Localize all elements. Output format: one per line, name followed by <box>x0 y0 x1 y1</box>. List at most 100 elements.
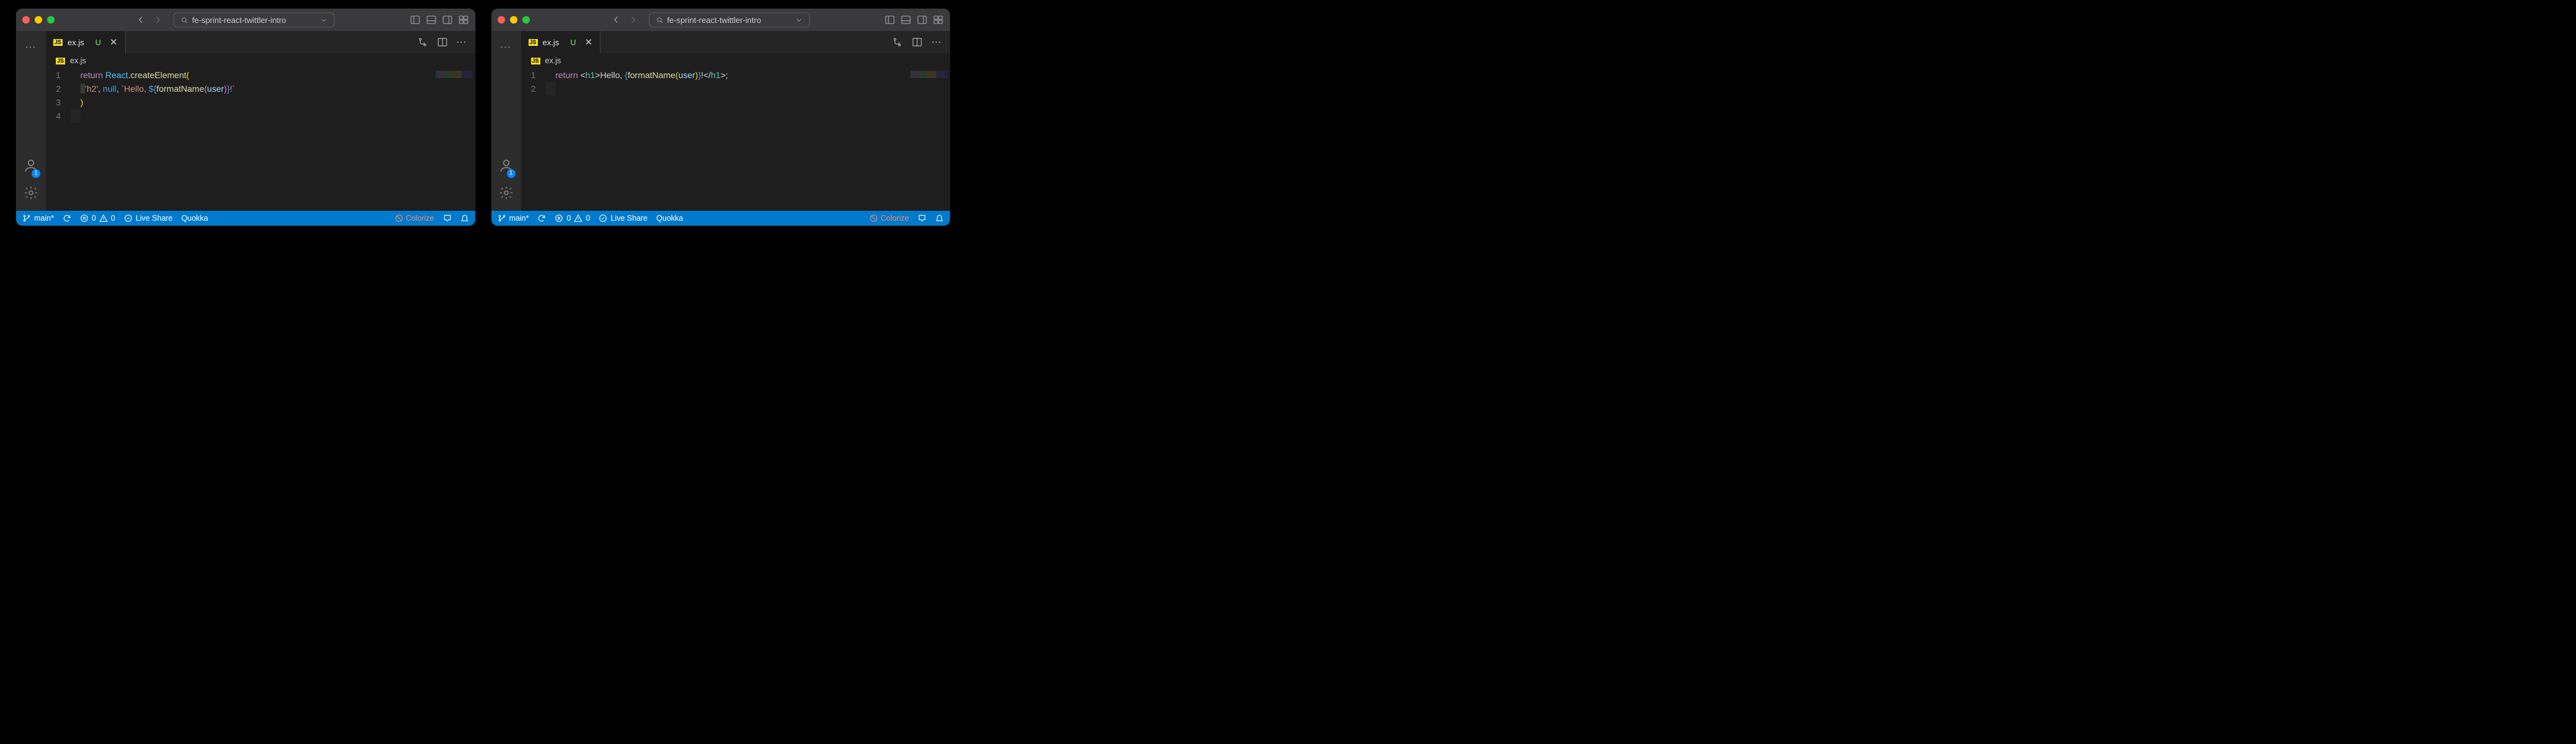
split-editor-icon[interactable] <box>912 37 923 48</box>
js-file-icon: JS <box>56 58 65 64</box>
problems[interactable]: 0 0 <box>80 214 115 223</box>
js-file-icon: JS <box>529 39 538 46</box>
more-views-icon[interactable]: ⋯ <box>500 41 512 54</box>
split-editor-icon[interactable] <box>437 37 448 48</box>
code-content[interactable]: 1 return React.createElement(2 'h2', nul… <box>46 68 475 123</box>
breadcrumb[interactable]: JS ex.js <box>521 53 951 68</box>
close-tab-button[interactable]: ✕ <box>110 37 118 48</box>
customize-layout-icon[interactable] <box>933 14 944 25</box>
git-status-untracked: U <box>568 38 578 47</box>
git-branch[interactable]: main* <box>498 214 529 223</box>
problems[interactable]: 0 0 <box>555 214 590 223</box>
no-entry-icon <box>869 214 878 223</box>
colorize[interactable]: Colorize <box>869 214 909 223</box>
minimap[interactable] <box>910 71 947 78</box>
activity-bar: ⋯ 1 <box>16 31 46 211</box>
command-center-text: fe-sprint-react-twittler-intro <box>192 16 286 25</box>
toggle-secondary-sidebar-icon[interactable] <box>917 14 928 25</box>
compare-changes-icon[interactable] <box>417 37 428 48</box>
minimap[interactable] <box>436 71 473 78</box>
status-bar: main* 0 0 Live Share Quokka Colorize <box>491 211 951 226</box>
toggle-primary-sidebar-icon[interactable] <box>884 14 895 25</box>
accounts-button[interactable]: 1 <box>23 157 39 177</box>
quokka[interactable]: Quokka <box>182 214 208 223</box>
traffic-lights <box>498 16 530 24</box>
accounts-badge: 1 <box>32 169 40 178</box>
nav-arrows <box>135 14 164 25</box>
tab-filename: ex.js <box>68 38 84 47</box>
js-file-icon: JS <box>531 58 540 64</box>
git-branch[interactable]: main* <box>22 214 54 223</box>
editor-tab[interactable]: JS ex.js U ✕ <box>46 31 126 53</box>
title-bar: fe-sprint-react-twittler-intro <box>491 9 951 31</box>
chevron-down-icon <box>320 16 328 24</box>
accounts-button[interactable]: 1 <box>498 157 514 177</box>
close-tab-button[interactable]: ✕ <box>585 37 593 48</box>
forward-arrow-icon[interactable] <box>152 14 164 25</box>
colorize[interactable]: Colorize <box>395 214 434 223</box>
status-bar: main* 0 0 Live Share Quokka Colorize <box>16 211 475 226</box>
no-entry-icon <box>395 214 403 223</box>
toggle-panel-icon[interactable] <box>900 14 912 25</box>
breadcrumb[interactable]: JS ex.js <box>46 53 475 68</box>
customize-layout-icon[interactable] <box>458 14 469 25</box>
forward-arrow-icon[interactable] <box>628 14 639 25</box>
editor-area[interactable]: 1 return React.createElement(2 'h2', nul… <box>46 68 475 211</box>
manage-button[interactable] <box>499 185 514 203</box>
chevron-down-icon <box>795 16 803 24</box>
toggle-panel-icon[interactable] <box>426 14 437 25</box>
more-views-icon[interactable]: ⋯ <box>25 41 37 54</box>
command-center-text: fe-sprint-react-twittler-intro <box>667 16 762 25</box>
toggle-secondary-sidebar-icon[interactable] <box>442 14 453 25</box>
activity-bar: ⋯ 1 <box>491 31 521 211</box>
tab-bar: JS ex.js U ✕ ⋯ <box>521 31 951 53</box>
close-window-button[interactable] <box>22 16 30 24</box>
js-file-icon: JS <box>53 39 63 46</box>
tab-filename: ex.js <box>543 38 560 47</box>
minimize-window-button[interactable] <box>35 16 42 24</box>
bell-icon[interactable] <box>460 214 469 223</box>
zoom-window-button[interactable] <box>47 16 55 24</box>
search-icon <box>180 16 188 24</box>
tab-bar: JS ex.js U ✕ ⋯ <box>46 31 475 53</box>
vscode-window: fe-sprint-react-twittler-intro ⋯ 1 J <box>16 9 475 226</box>
toggle-primary-sidebar-icon[interactable] <box>410 14 421 25</box>
layout-controls <box>410 14 469 25</box>
accounts-badge: 1 <box>507 169 516 178</box>
bell-icon[interactable] <box>935 214 944 223</box>
live-share[interactable]: Live Share <box>124 214 173 223</box>
feedback-icon[interactable] <box>918 214 926 223</box>
layout-controls <box>884 14 944 25</box>
traffic-lights <box>22 16 55 24</box>
breadcrumb-file: ex.js <box>70 56 86 65</box>
editor-tab[interactable]: JS ex.js U ✕ <box>521 31 601 53</box>
error-icon <box>555 214 563 223</box>
manage-button[interactable] <box>24 185 38 203</box>
back-arrow-icon[interactable] <box>135 14 146 25</box>
git-status-untracked: U <box>93 38 103 47</box>
code-content[interactable]: 1 return <h1>Hello, {formatName(user)}!<… <box>521 68 951 95</box>
search-icon <box>656 16 664 24</box>
live-share[interactable]: Live Share <box>599 214 648 223</box>
vscode-window: fe-sprint-react-twittler-intro ⋯ 1 J <box>491 9 951 226</box>
close-window-button[interactable] <box>498 16 505 24</box>
quokka[interactable]: Quokka <box>656 214 683 223</box>
more-actions-icon[interactable]: ⋯ <box>931 36 943 48</box>
minimize-window-button[interactable] <box>510 16 517 24</box>
more-actions-icon[interactable]: ⋯ <box>457 36 468 48</box>
title-bar: fe-sprint-react-twittler-intro <box>16 9 475 31</box>
sync-button[interactable] <box>63 214 71 223</box>
live-share-icon <box>599 214 607 223</box>
feedback-icon[interactable] <box>443 214 452 223</box>
command-center[interactable]: fe-sprint-react-twittler-intro <box>174 12 335 27</box>
back-arrow-icon[interactable] <box>610 14 622 25</box>
zoom-window-button[interactable] <box>522 16 530 24</box>
editor-area[interactable]: 1 return <h1>Hello, {formatName(user)}!<… <box>521 68 951 211</box>
command-center[interactable]: fe-sprint-react-twittler-intro <box>649 12 810 27</box>
error-icon <box>80 214 89 223</box>
breadcrumb-file: ex.js <box>545 56 561 65</box>
compare-changes-icon[interactable] <box>892 37 903 48</box>
live-share-icon <box>124 214 133 223</box>
sync-button[interactable] <box>537 214 546 223</box>
warning-icon <box>99 214 108 223</box>
